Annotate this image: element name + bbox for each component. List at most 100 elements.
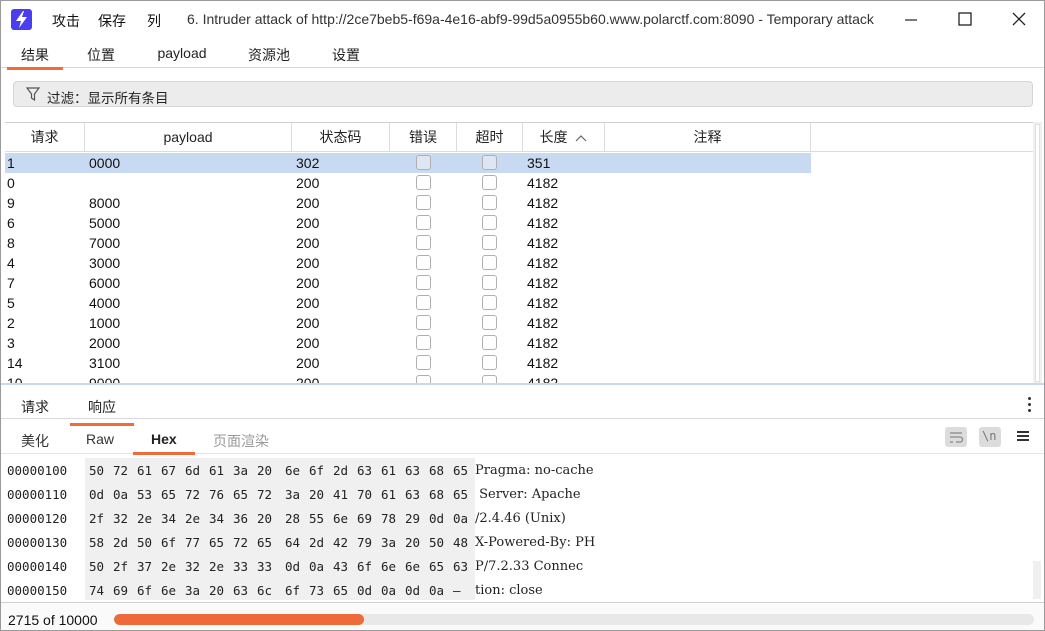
col-comment[interactable]: 注释 [605,123,811,152]
table-row[interactable]: 9 8000 200 4182 [5,193,811,213]
hex-row[interactable]: 00000100 50 72 61 67 6d 61 3a 20 6e 6f 2d 63 61 63 68 65… [1,458,1044,482]
col-status[interactable]: 状态码 [292,123,390,152]
hex-byte: 0a [113,487,129,502]
hex-byte: 34 [161,511,177,526]
timeout-checkbox [482,275,497,290]
hex-byte: 6e [333,511,349,526]
col-request[interactable]: 请求 [5,123,85,152]
close-button[interactable] [999,7,1039,33]
cell-status: 200 [296,235,320,251]
hex-byte: 2f [113,559,129,574]
tab-results[interactable]: 结果 [7,45,63,70]
hex-row[interactable]: 00000150 74 69 6f 6e 3a 20 63 6c 6f 73 65 0d 0a 0d 0a — t… [1,578,1044,600]
minimize-button[interactable] [891,7,931,33]
hex-row[interactable]: 00000120 2f 32 2e 34 2e 34 36 20 28 55 6e 69 78 29 0d 0a… [1,506,1044,530]
hex-byte: 20 [257,463,273,478]
tab-settings[interactable]: 设置 [325,45,367,68]
cell-request: 9 [7,195,15,211]
cell-length: 4182 [527,275,559,291]
hex-byte: 20 [405,535,421,550]
tab-payloads[interactable]: payload [149,45,215,68]
more-options-icon[interactable] [1028,397,1032,415]
error-checkbox [416,155,431,170]
hex-byte: 6f [309,463,325,478]
col-error[interactable]: 错误 [390,123,457,152]
table-row[interactable]: 6 5000 200 4182 [5,213,811,233]
hex-byte: 32 [113,511,129,526]
tab-hex[interactable]: Hex [133,431,195,455]
show-newlines-button[interactable]: \n [979,427,1001,447]
hex-byte: 73 [309,583,325,598]
hex-row[interactable]: 00000110 0d 0a 53 65 72 76 65 72 3a 20 41 70 61 63 68 65… [1,482,1044,506]
hex-byte: 69 [357,511,373,526]
menu-columns[interactable]: 列 [147,11,161,31]
hex-ascii: Server: Apache [475,487,581,502]
window-title: 6. Intruder attack of http://2ce7beb5-f6… [187,11,874,27]
table-row[interactable]: 1 0000 302 351 [5,153,811,173]
filter-bar[interactable]: 过滤：显示所有条目 [13,81,1033,107]
col-timeout[interactable]: 超时 [457,123,523,152]
tab-positions[interactable]: 位置 [81,45,121,68]
hex-byte: 61 [137,463,153,478]
table-row[interactable]: 0 200 4182 [5,173,811,193]
wrap-lines-icon [950,432,964,443]
error-checkbox [416,355,431,370]
menu-attack[interactable]: 攻击 [52,11,80,31]
tab-pretty[interactable]: 美化 [21,431,49,451]
hex-byte: 2d [309,535,325,550]
table-row[interactable]: 14 3100 200 4182 [5,353,811,373]
error-checkbox [416,175,431,190]
hex-byte: 0a [429,583,445,598]
table-row[interactable]: 2 1000 200 4182 [5,313,811,333]
progress-fill [114,614,364,625]
hex-address: 00000120 [7,511,68,526]
cell-request: 2 [7,315,15,331]
hex-byte: 72 [113,463,129,478]
hex-byte: 6e [161,583,177,598]
cell-payload: 6000 [89,275,121,291]
hex-byte: 65 [453,463,469,478]
newline-label: \n [982,429,997,443]
wrap-lines-button[interactable] [945,427,967,447]
hex-viewer[interactable]: 00000100 50 72 61 67 6d 61 3a 20 6e 6f 2d 63 61 63 68 65… [1,458,1044,600]
col-payload[interactable]: payload [85,123,292,152]
hex-byte: 42 [333,535,349,550]
hex-byte: 28 [285,511,301,526]
hex-byte: 34 [209,511,225,526]
tab-render[interactable]: 页面渲染 [213,431,269,451]
tab-request[interactable]: 请求 [21,397,49,417]
hex-byte: 36 [233,511,249,526]
maximize-button[interactable] [944,7,984,33]
split-divider[interactable] [1,383,1044,385]
hex-address: 00000130 [7,535,68,550]
table-row[interactable]: 5 4000 200 4182 [5,293,811,313]
cell-status: 200 [296,215,320,231]
cell-length: 4182 [527,255,559,271]
hex-byte: 6e [381,559,397,574]
error-checkbox [416,235,431,250]
hex-row[interactable]: 00000130 58 2d 50 6f 77 65 72 65 64 2d 42 79 3a 20 50 48… [1,530,1044,554]
table-scroll-thumb[interactable] [1035,124,1040,382]
col-length[interactable]: 长度 [523,123,605,152]
tab-response[interactable]: 响应 [70,397,134,426]
table-row[interactable]: 7 6000 200 4182 [5,273,811,293]
cell-payload: 0000 [89,155,121,171]
hex-byte: 33 [233,559,249,574]
tab-raw[interactable]: Raw [86,431,114,447]
hex-byte: 65 [161,487,177,502]
menu-icon[interactable] [1017,431,1029,442]
cell-payload: 1000 [89,315,121,331]
hex-scrollbar[interactable] [1033,561,1041,599]
menu-save[interactable]: 保存 [98,11,126,31]
cell-status: 200 [296,355,320,371]
table-row[interactable]: 3 2000 200 4182 [5,333,811,353]
table-row[interactable]: 8 7000 200 4182 [5,233,811,253]
tab-resource-pool[interactable]: 资源池 [241,45,297,68]
hex-byte: 29 [405,511,421,526]
table-scrollbar[interactable] [1033,122,1042,384]
hex-row[interactable]: 00000140 50 2f 37 2e 32 2e 33 33 0d 0a 43 6f 6e 6e 65 63… [1,554,1044,578]
table-row[interactable]: 4 3000 200 4182 [5,253,811,273]
hex-byte: 53 [137,487,153,502]
cell-length: 4182 [527,235,559,251]
hex-ascii: X-Powered-By: PH [475,535,596,550]
